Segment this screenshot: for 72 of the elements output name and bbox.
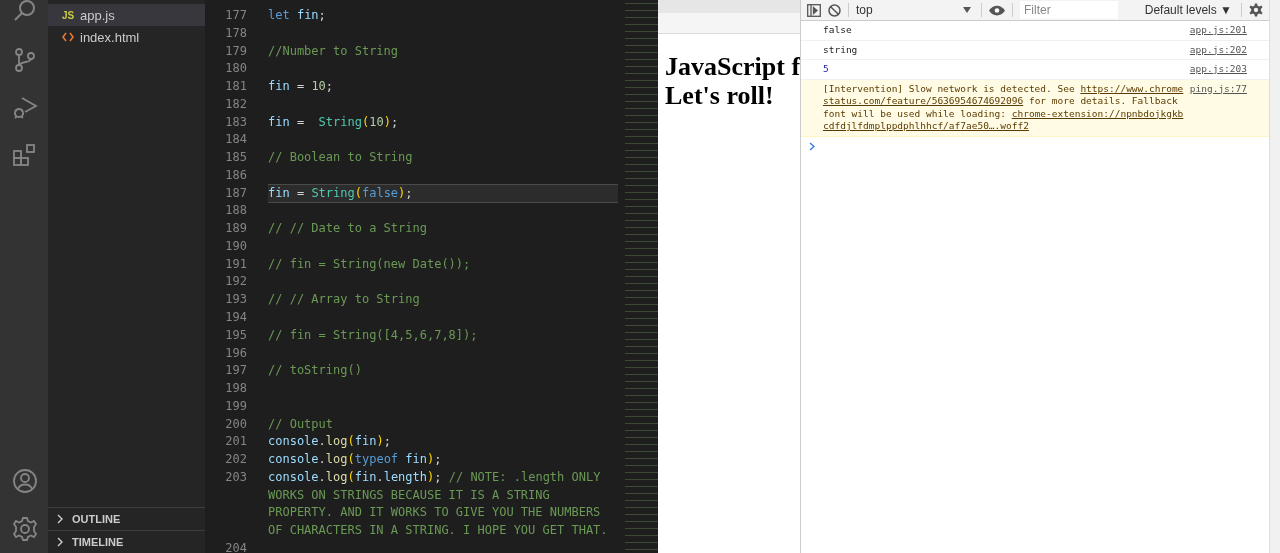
- line-number: 178: [224, 24, 247, 42]
- prompt-chevron-icon[interactable]: [809, 141, 815, 151]
- source-link[interactable]: app.js:201: [1189, 24, 1247, 37]
- chevron-icon: [56, 514, 64, 524]
- chevron-icon: [56, 537, 64, 547]
- line-number: 185: [224, 149, 247, 167]
- code-line: // Boolean to String: [268, 149, 414, 167]
- line-number: 200: [224, 415, 247, 433]
- code-line: console.log(fin.length); // NOTE: .length ONLY WORKS ON STRINGS BECAUSE IT IS A STRING PROPERTY. AND IT WORKS TO GIVE YOU THE NUMBERS OF CHARACTERS IN A STRING. I HOPE YOU GET THAT.: [268, 468, 608, 540]
- settings-icon[interactable]: [1249, 3, 1263, 17]
- code-line: fin = 10;: [268, 78, 335, 96]
- file-item[interactable]: index.html: [48, 26, 205, 48]
- console-message: string: [823, 43, 858, 56]
- line-number: 187: [224, 184, 247, 202]
- line-number: 198: [224, 380, 247, 398]
- console-message: [Intervention] Slow network is detected. See https://www.chromestatus.com/feature/5636954674692096 for more details. Fallback font will be used while loading: chrome-extension://npnbdojkgkbcdfdjlfdmplppdphlhhcf/af7ae50….woff2: [823, 82, 1184, 133]
- sidebar-toggle-icon[interactable]: [807, 3, 821, 17]
- source-link[interactable]: app.js:202: [1189, 43, 1247, 56]
- file-item[interactable]: JS app.js: [48, 4, 205, 26]
- filter-field[interactable]: Filter: [1020, 1, 1118, 19]
- code-line: //Number to String: [268, 42, 400, 60]
- line-number: 194: [224, 309, 247, 326]
- line-number: 202: [224, 451, 247, 469]
- code-line: let fin;: [268, 7, 327, 24]
- source-control-icon[interactable]: [12, 47, 38, 73]
- code-line: fin = String(10);: [268, 113, 400, 131]
- console-message: 5: [823, 63, 829, 76]
- eye-icon[interactable]: [989, 4, 1005, 16]
- line-number: 197: [224, 362, 247, 380]
- line-number: 181: [224, 78, 247, 96]
- line-number: 190: [224, 237, 247, 255]
- page-heading: JavaScript f Let's roll!: [665, 52, 800, 111]
- levels-dropdown[interactable]: Default levels ▼: [1142, 3, 1234, 17]
- line-number: 189: [224, 220, 247, 238]
- code-line: fin = String(false);: [268, 184, 414, 202]
- clear-console-icon[interactable]: [828, 3, 841, 17]
- line-number: 179: [224, 42, 247, 60]
- line-number: 180: [224, 60, 247, 78]
- line-number: 204: [224, 539, 247, 553]
- line-number: 182: [224, 95, 247, 113]
- code-line: // Output: [268, 415, 335, 433]
- line-number: 177: [224, 7, 247, 24]
- code-line: // fin = String(new Date());: [268, 255, 472, 273]
- line-number: 186: [224, 166, 247, 184]
- settings-icon[interactable]: [12, 516, 38, 542]
- line-number: 183: [224, 113, 247, 131]
- line-number: 184: [224, 131, 247, 149]
- line-number: 203: [224, 468, 247, 486]
- scrollbar[interactable]: [1269, 0, 1280, 553]
- console-message: false: [823, 24, 852, 37]
- line-number: 191: [224, 255, 247, 273]
- line-number: 192: [224, 273, 247, 291]
- source-link[interactable]: ping.js:77: [1189, 82, 1247, 133]
- line-number: 195: [224, 326, 247, 344]
- code-line: // fin = String([4,5,6,7,8]);: [268, 326, 479, 344]
- code-line: // // Date to a String: [268, 220, 428, 238]
- code-line: // // Array to String: [268, 291, 421, 309]
- context-dropdown[interactable]: top: [856, 3, 974, 17]
- line-number: 199: [224, 397, 247, 415]
- line-number: 201: [224, 433, 247, 451]
- code-brackets-icon: [62, 32, 74, 42]
- account-icon[interactable]: [12, 468, 38, 494]
- caret-icon: [963, 7, 971, 13]
- line-number: 188: [224, 202, 247, 220]
- code-line: // toString(): [268, 362, 363, 380]
- line-number: 193: [224, 291, 247, 309]
- extensions-icon[interactable]: [12, 143, 38, 169]
- line-number: 196: [224, 344, 247, 362]
- code-line: console.log(typeof fin);: [268, 451, 443, 469]
- run-debug-icon[interactable]: [12, 95, 38, 121]
- code-line: console.log(fin);: [268, 433, 392, 451]
- source-link[interactable]: app.js:203: [1189, 63, 1247, 76]
